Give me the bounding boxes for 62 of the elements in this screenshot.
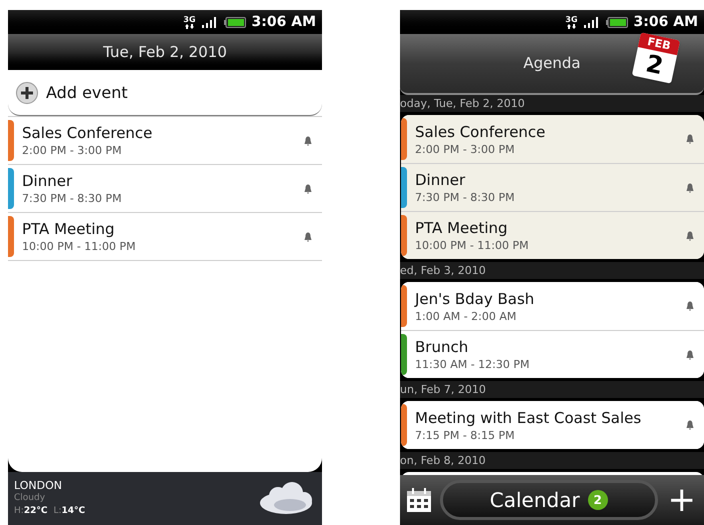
- add-button[interactable]: +: [666, 483, 698, 517]
- date-heading: oday, Tue, Feb 2, 2010: [400, 95, 704, 112]
- clock: 3:06 AM: [252, 12, 316, 32]
- clock: 3:06 AM: [634, 12, 698, 32]
- event-time: 10:00 PM - 11:00 PM: [22, 239, 137, 254]
- calendar-tab[interactable]: Calendar 2: [440, 480, 658, 520]
- calendar-icon[interactable]: [406, 487, 432, 513]
- bell-icon: [686, 182, 694, 192]
- bell-icon: [686, 301, 694, 311]
- count-badge: 2: [588, 490, 608, 510]
- date-heading: un, Feb 7, 2010: [400, 381, 704, 398]
- event-time: 2:00 PM - 3:00 PM: [22, 143, 123, 158]
- temperature-range: H:22°C L:14°C: [14, 505, 86, 518]
- calendar-month: FEB: [638, 32, 680, 56]
- event-time: 11:30 AM - 12:30 PM: [415, 357, 530, 372]
- event-row[interactable]: Dinner 7:30 PM - 8:30 PM: [8, 164, 322, 212]
- header-title: Tue, Feb 2, 2010: [103, 42, 227, 63]
- event-title: Meeting with East Coast Sales: [415, 408, 642, 428]
- bell-icon: [304, 184, 312, 194]
- event-row[interactable]: PTA Meeting 10:00 PM - 11:00 PM: [8, 212, 322, 260]
- bell-icon: [304, 136, 312, 146]
- network-label: 3G: [183, 16, 196, 24]
- bell-icon: [304, 232, 312, 242]
- event-title: Sales Conference: [415, 122, 546, 142]
- event-time: 10:00 PM - 11:00 PM: [415, 238, 530, 253]
- weather-condition: Cloudy: [14, 492, 46, 505]
- event-row[interactable]: Brunch 11:30 AM - 12:30 PM: [401, 330, 704, 378]
- event-row[interactable]: Meeting with East Coast Sales 7:15 PM - 8:15 PM: [401, 401, 704, 449]
- event-time: 7:15 PM - 8:15 PM: [415, 428, 516, 442]
- event-time: 7:30 PM - 8:30 PM: [22, 191, 123, 206]
- signal-icon: [584, 16, 600, 28]
- event-time: 7:30 PM - 8:30 PM: [415, 190, 516, 205]
- data-arrows-icon: [566, 24, 576, 28]
- battery-icon: [606, 16, 628, 28]
- battery-icon: [224, 16, 246, 28]
- city-name: LONDON: [14, 479, 63, 492]
- event-row[interactable]: Dinner 7:30 PM - 8:30 PM: [401, 163, 704, 211]
- header-title: Agenda: [523, 53, 581, 74]
- add-event-label: Add event: [46, 82, 128, 104]
- bell-icon: [686, 230, 694, 240]
- event-time: 2:00 PM - 3:00 PM: [415, 142, 516, 156]
- signal-icon: [202, 16, 218, 28]
- event-title: PTA Meeting: [22, 219, 116, 239]
- event-title: Dinner: [415, 170, 466, 190]
- event-row[interactable]: PTA Meeting 10:00 PM - 11:00 PM: [401, 211, 704, 259]
- bell-icon: [686, 134, 694, 144]
- bell-icon: [686, 420, 694, 430]
- event-title: Brunch: [415, 337, 470, 357]
- bell-icon: [686, 350, 694, 360]
- date-heading: on, Feb 8, 2010: [400, 452, 704, 469]
- event-row[interactable]: Sales Conference 2:00 PM - 3:00 PM: [401, 115, 704, 163]
- plus-icon: [16, 82, 38, 104]
- event-time: 1:00 AM - 2:00 AM: [415, 308, 518, 324]
- event-title: Sales Conference: [22, 123, 154, 143]
- event-row[interactable]: Sales Conference 2:00 PM - 3:00 PM: [8, 116, 322, 164]
- data-arrows-icon: [184, 24, 194, 28]
- event-row[interactable]: Jen's Bday Bash 1:00 AM - 2:00 AM: [401, 282, 704, 330]
- network-label: 3G: [565, 16, 578, 24]
- date-heading: ed, Feb 3, 2010: [400, 262, 704, 279]
- event-title: Dinner: [22, 171, 74, 191]
- event-title: Jen's Bday Bash: [415, 288, 536, 308]
- event-title: PTA Meeting: [415, 218, 509, 238]
